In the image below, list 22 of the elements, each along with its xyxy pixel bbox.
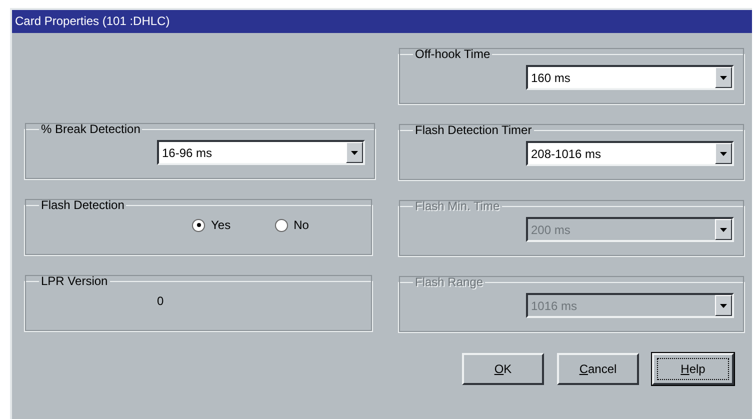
group-label: LPR Version (40, 274, 109, 288)
version-value: 0 (157, 294, 164, 308)
dropdown-field[interactable]: 160 ms (526, 65, 734, 90)
group-label: Flash Range (414, 275, 484, 289)
dropdown-field[interactable]: 208-1016 ms (526, 141, 734, 166)
group-label: Off-hook Time (414, 47, 492, 61)
radio-option[interactable]: No (274, 218, 309, 232)
dropdown-arrow-icon (351, 150, 358, 154)
group-label: % Break Detection (40, 122, 142, 136)
group-label: Flash Min. Time (414, 199, 501, 213)
dialog-button[interactable]: Cancel (557, 353, 639, 385)
dropdown-arrow-icon (720, 76, 727, 80)
dropdown-arrow-icon (720, 152, 727, 156)
radio-option[interactable]: Yes (192, 218, 231, 232)
dropdown-field[interactable]: 16-96 ms (157, 140, 365, 165)
dialog-button[interactable]: Help (652, 353, 734, 385)
dropdown-arrow-icon (720, 304, 727, 308)
group-label: Flash Detection (40, 198, 126, 212)
dropdown-arrow-icon (720, 228, 727, 232)
dialog-button[interactable]: OK (462, 353, 544, 385)
group-label: Flash Detection Timer (414, 123, 533, 137)
window-title: Card Properties (101 :DHLC) (12, 10, 752, 33)
